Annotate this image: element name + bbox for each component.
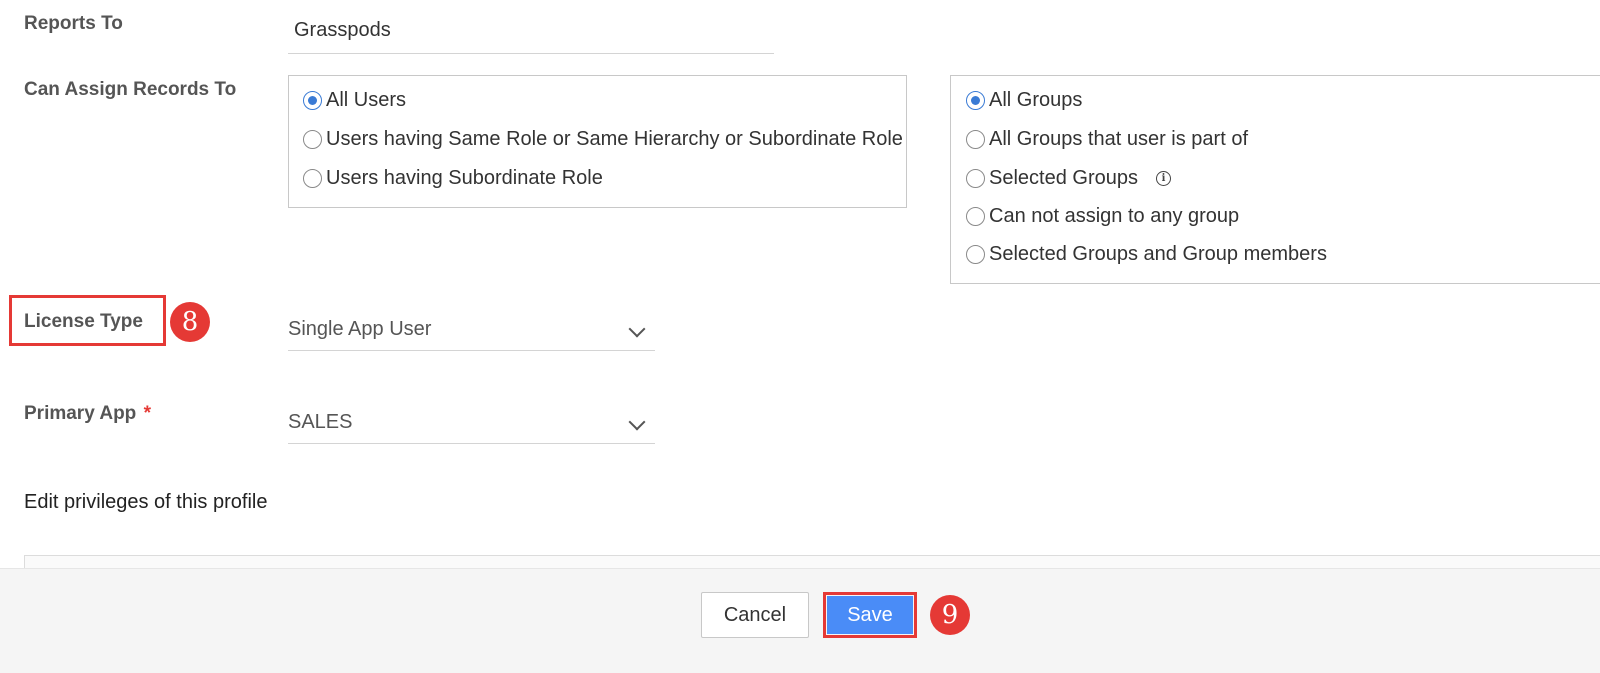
radio-button[interactable]	[966, 91, 985, 110]
radio-label: Can not assign to any group	[989, 205, 1240, 227]
primary-app-label-text: Primary App	[24, 403, 137, 424]
radio-button[interactable]	[303, 169, 322, 188]
save-button[interactable]: Save	[827, 596, 913, 634]
required-asterisk: *	[143, 403, 151, 424]
radio-button[interactable]	[303, 91, 322, 110]
radio-label: Selected Groups and Group members	[989, 243, 1327, 265]
cancel-button[interactable]: Cancel	[701, 592, 809, 638]
license-type-select[interactable]: Single App User	[288, 310, 655, 351]
radio-option-all-groups[interactable]: All Groups	[966, 89, 1082, 112]
radio-label: Users having Same Role or Same Hierarchy…	[326, 128, 903, 150]
primary-app-label: Primary App *	[24, 403, 151, 425]
license-type-label: License Type	[24, 311, 143, 332]
radio-option-same-role-hierarchy[interactable]: Users having Same Role or Same Hierarchy…	[303, 128, 903, 151]
reports-to-value: Grasspods	[294, 19, 391, 41]
radio-option-subordinate-role[interactable]: Users having Subordinate Role	[303, 167, 603, 190]
radio-label: Selected Groups	[989, 167, 1138, 189]
radio-option-all-users[interactable]: All Users	[303, 89, 406, 112]
radio-label: All Groups	[989, 89, 1083, 111]
radio-button[interactable]	[966, 245, 985, 264]
radio-option-no-group[interactable]: Can not assign to any group	[966, 205, 1239, 228]
step-badge-8: 8	[170, 302, 210, 342]
info-icon[interactable]: i	[1155, 171, 1171, 186]
radio-button[interactable]	[966, 130, 985, 149]
chevron-down-icon	[628, 413, 646, 431]
radio-option-groups-user-part-of[interactable]: All Groups that user is part of	[966, 128, 1248, 151]
privileges-heading: Edit privileges of this profile	[24, 491, 268, 513]
radio-button[interactable]	[966, 169, 985, 188]
radio-option-groups-and-members[interactable]: Selected Groups and Group members	[966, 243, 1327, 266]
step-badge-9: 9	[930, 595, 970, 635]
radio-label: Users having Subordinate Role	[326, 167, 603, 189]
radio-button[interactable]	[303, 130, 322, 149]
primary-app-select[interactable]: SALES	[288, 403, 655, 444]
radio-button[interactable]	[966, 207, 985, 226]
primary-app-value: SALES	[288, 411, 353, 433]
radio-label: All Users	[326, 89, 407, 111]
chevron-down-icon	[628, 320, 646, 338]
reports-to-field[interactable]: Grasspods	[288, 14, 774, 54]
reports-to-label: Reports To	[24, 13, 123, 34]
assign-records-label: Can Assign Records To	[24, 79, 237, 100]
radio-option-selected-groups[interactable]: Selected Groups i	[966, 167, 1171, 190]
license-type-value: Single App User	[288, 318, 432, 340]
radio-label: All Groups that user is part of	[989, 128, 1249, 150]
